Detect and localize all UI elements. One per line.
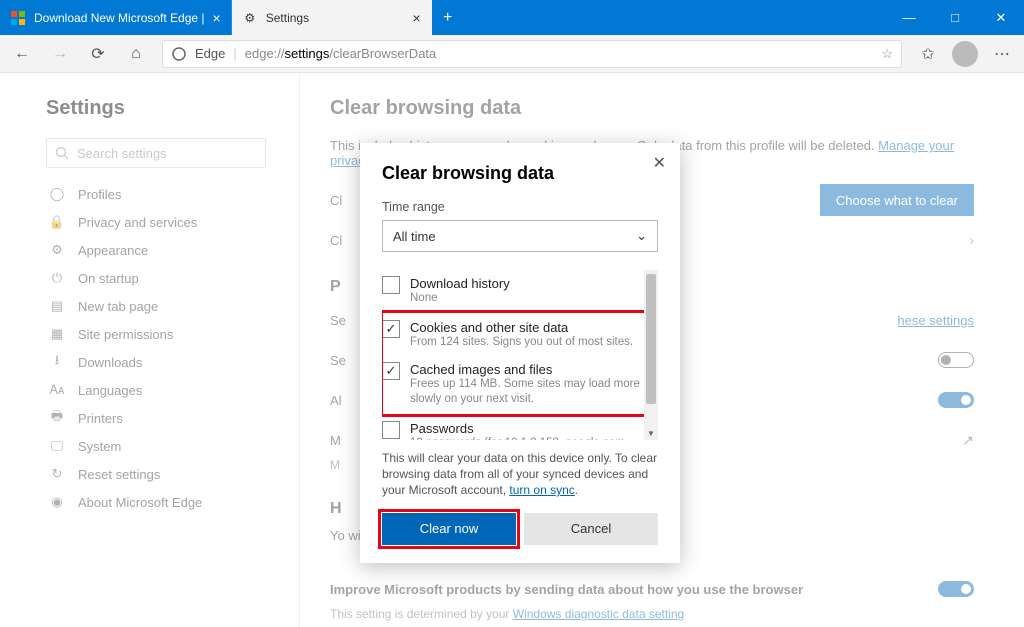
option-title: Passwords bbox=[410, 421, 640, 436]
option-desc: 10 passwords (for 10.1.2.158, google.com… bbox=[410, 436, 640, 440]
edge-label: Edge bbox=[195, 46, 225, 61]
back-button[interactable]: ← bbox=[4, 38, 40, 70]
close-tab-icon[interactable]: × bbox=[413, 10, 421, 26]
checkbox[interactable] bbox=[382, 362, 400, 380]
turn-on-sync-link[interactable]: turn on sync bbox=[509, 483, 574, 497]
scrollbar[interactable]: ▼ bbox=[644, 270, 658, 440]
profile-avatar[interactable] bbox=[952, 41, 978, 67]
option-desc: From 124 sites. Signs you out of most si… bbox=[410, 335, 633, 350]
option-passwords[interactable]: Passwords10 passwords (for 10.1.2.158, g… bbox=[382, 415, 658, 440]
option-cookies-and-other-site-data[interactable]: Cookies and other site dataFrom 124 site… bbox=[382, 314, 658, 356]
tab-label: Download New Microsoft Edge | bbox=[34, 11, 205, 25]
window-close-button[interactable]: ✕ bbox=[978, 0, 1024, 35]
close-tab-icon[interactable]: × bbox=[213, 10, 221, 26]
highlighted-options: Cookies and other site dataFrom 124 site… bbox=[382, 312, 658, 415]
favorites-button[interactable]: ✩ bbox=[910, 38, 946, 70]
options-list: ▼ Download historyNoneCookies and other … bbox=[382, 270, 658, 440]
tab-download-edge[interactable]: Download New Microsoft Edge | × bbox=[0, 0, 232, 35]
gear-icon: ⚙ bbox=[242, 10, 258, 26]
refresh-button[interactable]: ⟳ bbox=[80, 38, 116, 70]
scrollbar-thumb[interactable] bbox=[646, 274, 656, 404]
new-tab-button[interactable]: + bbox=[432, 0, 464, 35]
favorite-icon[interactable]: ☆ bbox=[881, 46, 893, 62]
option-title: Cached images and files bbox=[410, 362, 640, 377]
cancel-button[interactable]: Cancel bbox=[524, 513, 658, 545]
chevron-down-icon: ⌄ bbox=[636, 228, 647, 244]
dialog-note: This will clear your data on this device… bbox=[382, 450, 658, 499]
time-range-label: Time range bbox=[382, 200, 658, 214]
edge-icon bbox=[171, 46, 187, 62]
option-desc: Frees up 114 MB. Some sites may load mor… bbox=[410, 377, 640, 407]
tab-label: Settings bbox=[266, 11, 309, 25]
title-bar: Download New Microsoft Edge | × ⚙ Settin… bbox=[0, 0, 1024, 35]
separator: | bbox=[233, 46, 236, 61]
home-button[interactable]: ⌂ bbox=[118, 38, 154, 70]
option-title: Download history bbox=[410, 276, 510, 291]
clear-now-button[interactable]: Clear now bbox=[382, 513, 516, 545]
checkbox[interactable] bbox=[382, 276, 400, 294]
minimize-button[interactable]: — bbox=[886, 0, 932, 35]
maximize-button[interactable]: □ bbox=[932, 0, 978, 35]
url-text: edge://settings/clearBrowserData bbox=[245, 46, 437, 61]
ms-logo-icon bbox=[10, 10, 26, 26]
scroll-down-icon[interactable]: ▼ bbox=[644, 429, 658, 438]
tab-settings[interactable]: ⚙ Settings × bbox=[232, 0, 432, 35]
clear-browsing-data-dialog: ✕ Clear browsing data Time range All tim… bbox=[360, 143, 680, 563]
menu-button[interactable]: ⋯ bbox=[984, 38, 1020, 70]
forward-button: → bbox=[42, 38, 78, 70]
url-input[interactable]: Edge | edge://settings/clearBrowserData … bbox=[162, 40, 902, 68]
option-desc: None bbox=[410, 291, 510, 306]
address-bar: ← → ⟳ ⌂ Edge | edge://settings/clearBrow… bbox=[0, 35, 1024, 73]
option-cached-images-and-files[interactable]: Cached images and filesFrees up 114 MB. … bbox=[382, 356, 658, 413]
checkbox[interactable] bbox=[382, 320, 400, 338]
time-range-select[interactable]: All time ⌄ bbox=[382, 220, 658, 252]
option-download-history[interactable]: Download historyNone bbox=[382, 270, 658, 312]
option-title: Cookies and other site data bbox=[410, 320, 633, 335]
checkbox[interactable] bbox=[382, 421, 400, 439]
dialog-title: Clear browsing data bbox=[382, 163, 658, 184]
dialog-close-button[interactable]: ✕ bbox=[653, 153, 666, 173]
